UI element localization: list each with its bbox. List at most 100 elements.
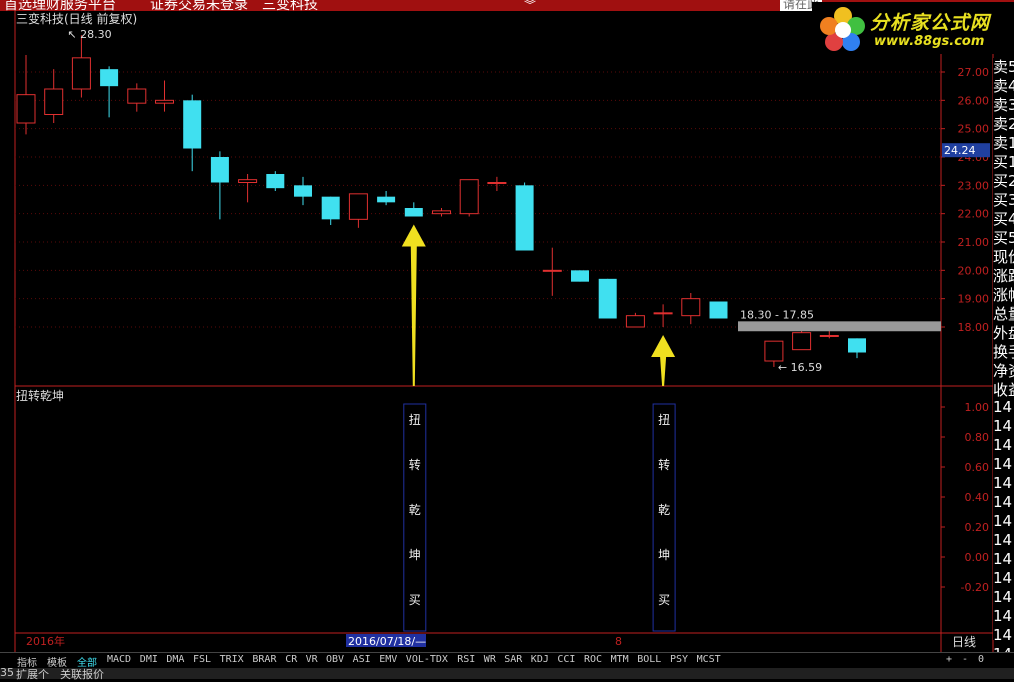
candle-body (515, 185, 534, 251)
quote-field-label: 14 (993, 607, 1013, 625)
price-tick-label: 26.00 (958, 94, 990, 107)
candle-body (459, 179, 479, 215)
indicator-tick-label: 0.00 (965, 551, 990, 564)
candle-body (404, 208, 423, 217)
indicator-tab[interactable]: MACD (107, 654, 138, 668)
indicator-tab[interactable]: TRIX (220, 654, 251, 668)
indicator-name: 扭转乾坤 (16, 388, 64, 403)
candle-body (625, 315, 645, 328)
quote-field-label: 收益 (993, 381, 1014, 399)
quote-field-label: 14 (993, 474, 1013, 492)
title-segment-2: 证券交易未登录 (150, 0, 248, 11)
price-tick-label: 20.00 (958, 264, 990, 277)
indicator-tab[interactable]: CR (285, 654, 303, 668)
flower-logo-icon (820, 7, 865, 51)
title-segment-1: 首选理财服务平台 (4, 0, 116, 11)
indicator-tab-bar: 指标 模板 全部 MACD DMI DMA FSL TRIX BRAR CR VR OBV ASI EMV… (0, 652, 1014, 669)
indicator-tab[interactable]: MTM (611, 654, 636, 668)
signal-char: 转 (409, 457, 421, 472)
logo-brand: 分析家公式网 (870, 12, 991, 34)
candle-body (598, 278, 617, 319)
candle-body (487, 182, 507, 184)
indicator-tab[interactable]: SAR (504, 654, 529, 668)
tab-control-button[interactable]: 0 (978, 654, 990, 668)
signal-char: 扭 (658, 413, 670, 427)
price-tick-label: 21.00 (958, 236, 990, 249)
quote-field-label: 涨幅 (993, 286, 1014, 304)
indicator-tab[interactable]: DMI (140, 654, 165, 668)
indicator-tab[interactable]: VR (306, 654, 324, 668)
indicator-tab[interactable]: MCST (697, 654, 728, 668)
indicator-tab[interactable]: BOLL (637, 654, 668, 668)
quote-field-label: 14 (993, 436, 1013, 454)
indicator-tab[interactable]: BRAR (252, 654, 283, 668)
candle-body (183, 100, 202, 149)
menu-chevron-icon[interactable]: ︾ (524, 0, 536, 11)
quote-field-label: 买3 (993, 191, 1014, 209)
candle-body (709, 301, 728, 319)
signal-char: 转 (658, 457, 670, 472)
indicator-tab[interactable]: ASI (353, 654, 378, 668)
indicator-tab[interactable]: CCI (557, 654, 582, 668)
candle-body (377, 196, 396, 203)
buy-signal-arrow (651, 335, 676, 386)
indicator-tab[interactable]: ROC (584, 654, 609, 668)
indicator-tab[interactable]: FSL (193, 654, 218, 668)
signal-char: 扭 (409, 413, 421, 427)
buy-signal-arrow (401, 224, 426, 386)
indicator-tab[interactable]: WR (484, 654, 502, 668)
price-tick-label: 18.00 (958, 321, 990, 334)
candle-body (819, 335, 839, 337)
indicator-tick-label: 0.40 (965, 491, 990, 504)
quote-side-panel: 卖5卖4卖3卖2卖1买1买2买3买4买5现价涨跌涨幅总量外盘换手净资收益1414… (993, 58, 1014, 682)
indicator-tab[interactable]: OBV (326, 654, 351, 668)
indicator-tab[interactable]: VOL-TDX (406, 654, 455, 668)
indicator-tick-label: 0.20 (965, 521, 990, 534)
quote-field-label: 14 (993, 512, 1013, 530)
price-tick-label: 23.00 (958, 179, 990, 192)
signal-char: 坤 (409, 547, 421, 562)
candle-body (155, 99, 174, 104)
indicator-tab[interactable]: EMV (379, 654, 404, 668)
indicator-tick-label: 0.80 (965, 431, 990, 444)
candle-body (348, 193, 368, 220)
indicator-tick-label: 1.00 (965, 401, 990, 414)
candle-body (848, 338, 866, 353)
candle-body (16, 94, 36, 124)
quote-field-label: 14 (993, 550, 1013, 568)
max-price-label: ↖ 28.30 (67, 28, 111, 41)
status-bar: 35 扩展个 关联报价 (0, 666, 1014, 682)
min-price-label: ← 16.59 (778, 361, 822, 374)
indicator-tick-label: -0.20 (961, 581, 989, 594)
candle-body (764, 340, 784, 362)
indicator-tab[interactable]: DMA (166, 654, 191, 668)
candle-body (321, 196, 340, 220)
quote-field-label: 卖3 (993, 96, 1014, 114)
quote-field-label: 卖5 (993, 58, 1014, 76)
price-tick-label: 22.00 (958, 208, 990, 221)
quote-field-label: 换手 (993, 343, 1014, 361)
status-item-expand[interactable]: 扩展个 (16, 666, 49, 682)
status-item-quote[interactable]: 关联报价 (60, 666, 104, 682)
quote-field-label: 卖1 (993, 134, 1014, 152)
candle-body (792, 332, 812, 351)
indicator-tab[interactable]: PSY (670, 654, 695, 668)
timeline-year: 2016年 (26, 634, 65, 648)
candle-body (44, 88, 64, 115)
candle-body (571, 270, 589, 282)
quote-field-label: 净资 (993, 362, 1014, 380)
quote-field-label: 买4 (993, 210, 1014, 228)
price-tick-label: 25.00 (958, 123, 990, 136)
indicator-tab[interactable]: KDJ (531, 654, 556, 668)
quote-field-label: 14 (993, 588, 1013, 606)
kline-chart[interactable]: 27.0026.0025.0024.0023.0022.0021.0020.00… (0, 11, 1014, 652)
quote-field-label: 买1 (993, 153, 1014, 171)
timeline-mid: 8 (615, 635, 622, 648)
indicator-tab[interactable]: RSI (457, 654, 482, 668)
quote-field-label: 买5 (993, 229, 1014, 247)
tab-control-button[interactable]: - (962, 654, 974, 668)
tab-control-button[interactable]: + (946, 654, 958, 668)
candle-body (432, 210, 451, 215)
period-label[interactable]: 日线 (952, 635, 976, 649)
logo: 分析家公式网 www.88gs.com (812, 2, 1014, 54)
